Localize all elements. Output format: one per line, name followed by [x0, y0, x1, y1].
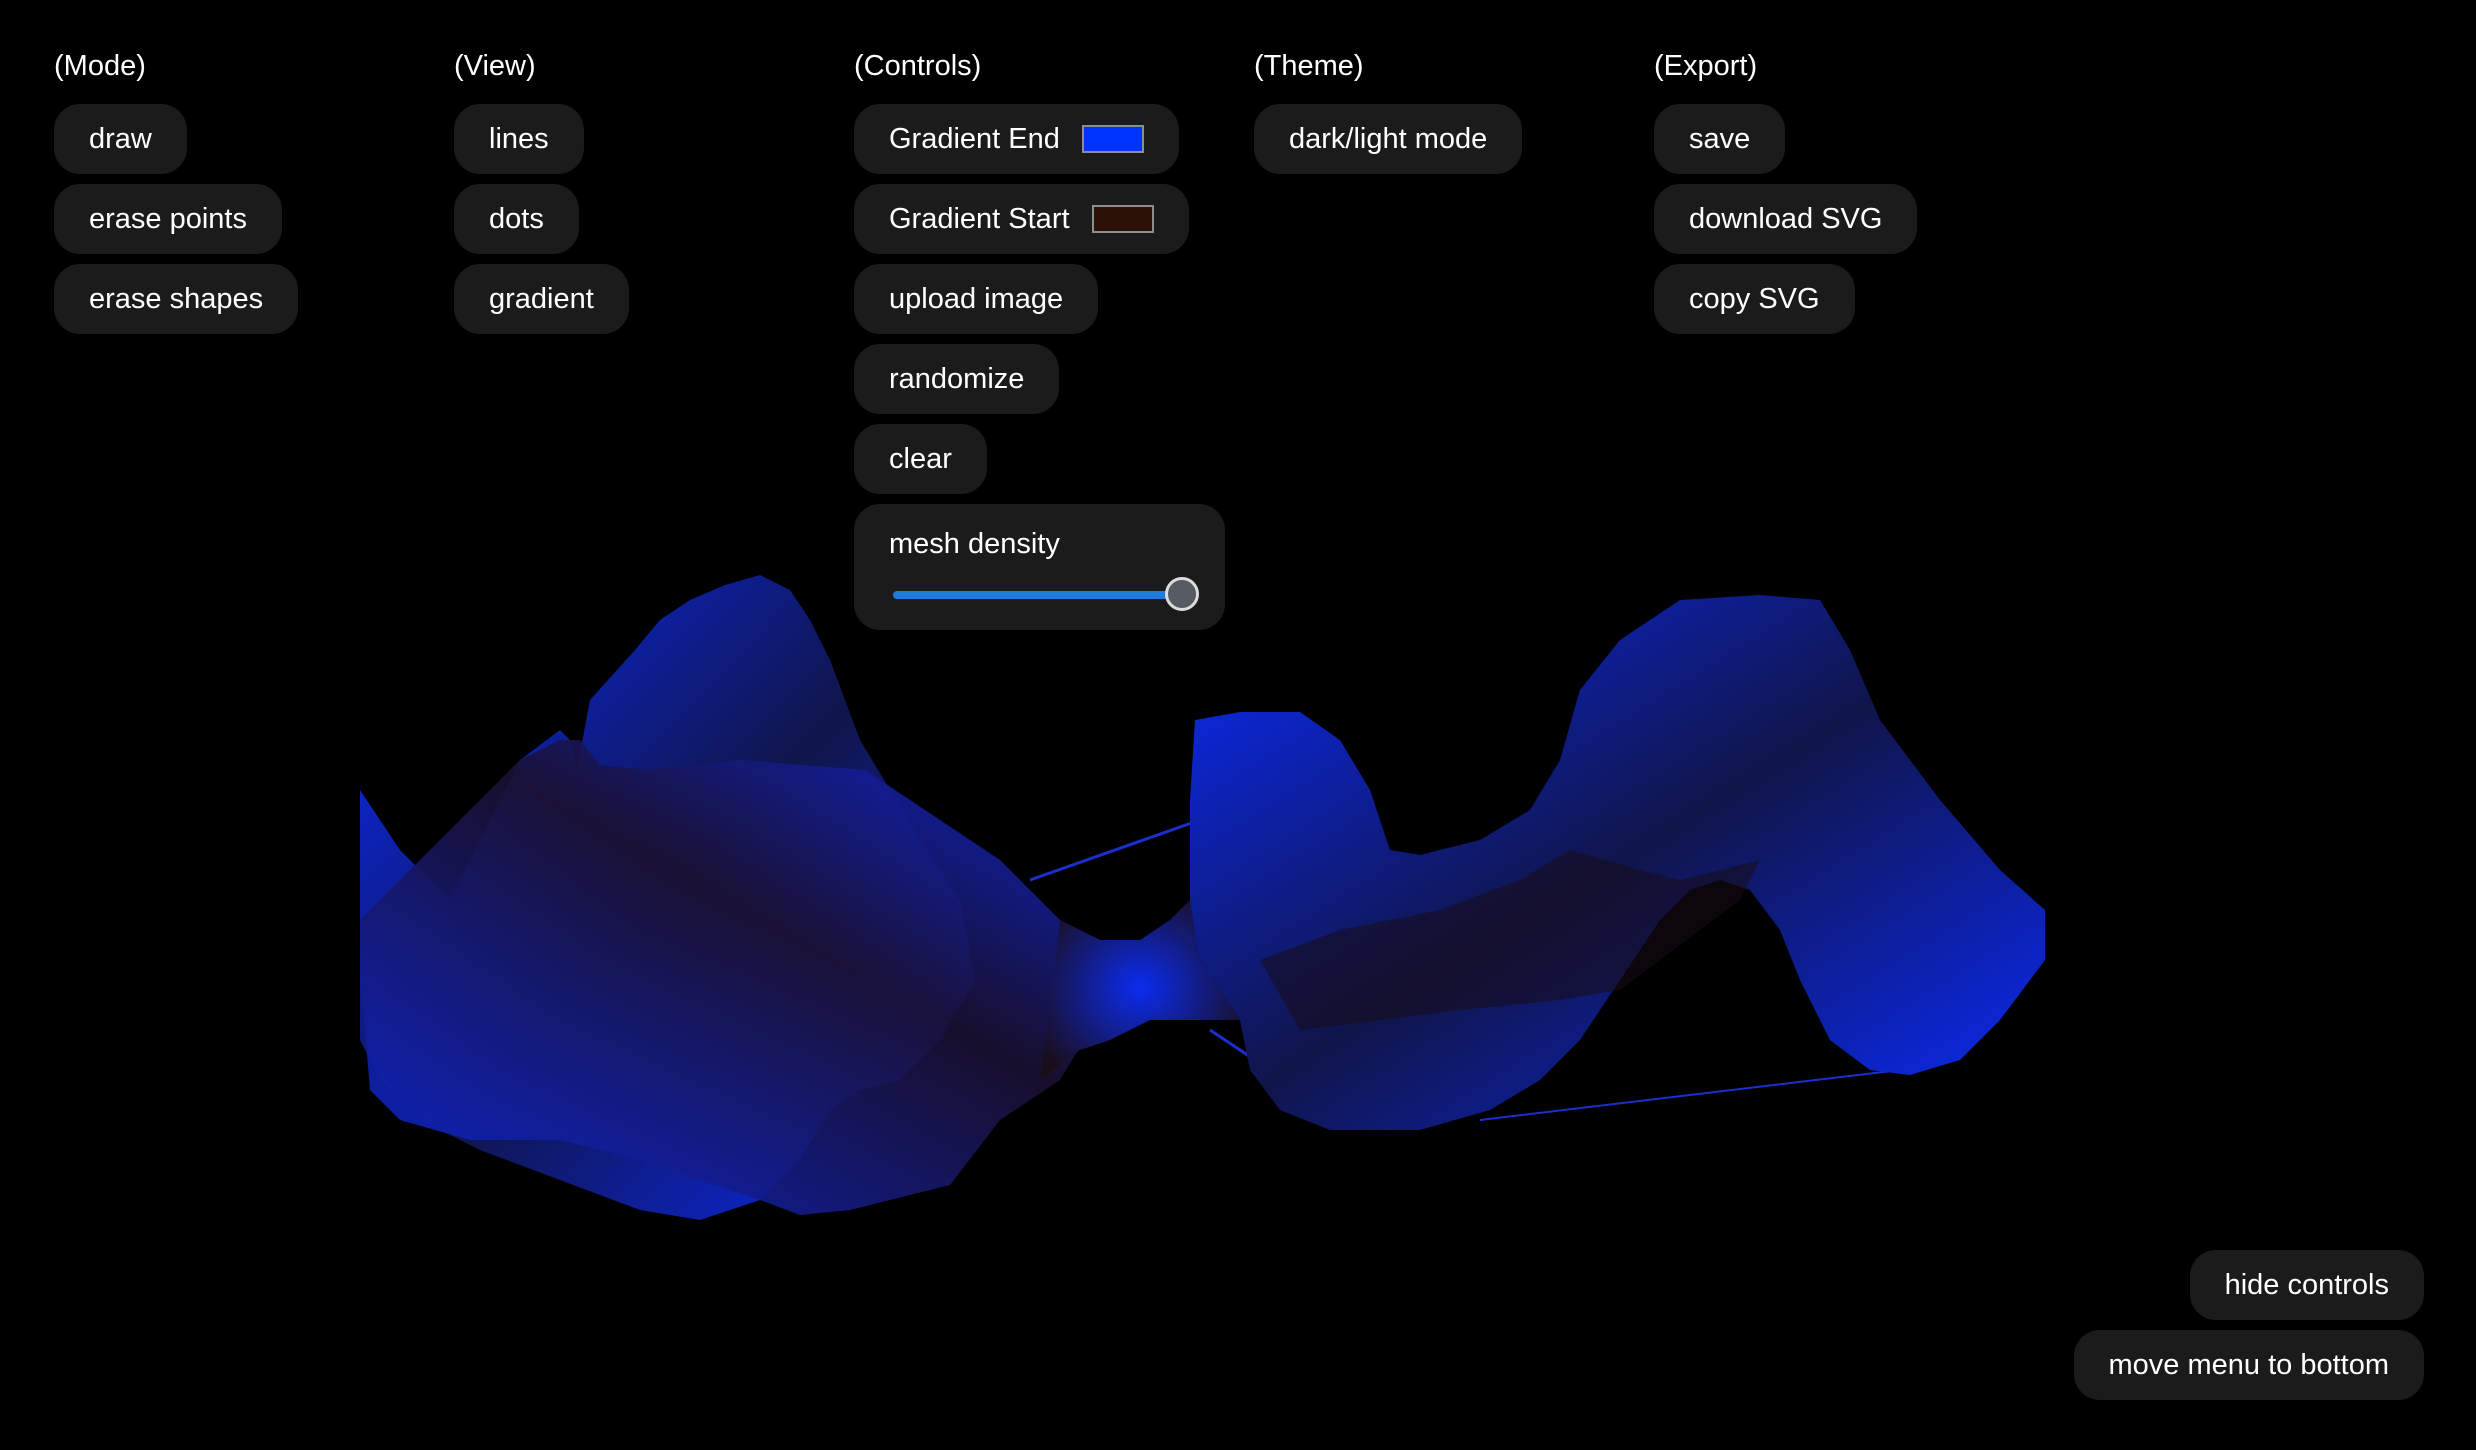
erase-points-button[interactable]: erase points	[54, 184, 282, 254]
download-svg-button[interactable]: download SVG	[1654, 184, 1918, 254]
lines-button[interactable]: lines	[454, 104, 584, 174]
slider-fill	[893, 591, 1186, 599]
gradient-end-button[interactable]: Gradient End	[854, 104, 1179, 174]
save-button[interactable]: save	[1654, 104, 1786, 174]
controls-heading: (Controls)	[854, 50, 982, 82]
mesh-density-slider[interactable]	[889, 576, 1199, 612]
move-menu-to-bottom-button[interactable]: move menu to bottom	[2073, 1330, 2424, 1400]
view-heading: (View)	[454, 50, 536, 82]
mesh-shape-right	[1190, 595, 2045, 1130]
app-root: (Mode) draw erase points erase shapes (V…	[0, 0, 2476, 1450]
gradient-end-label: Gradient End	[889, 122, 1060, 155]
mesh-edge	[1029, 818, 1201, 882]
draw-button[interactable]: draw	[54, 104, 187, 174]
controls-column: (Controls) Gradient End Gradient Start u…	[854, 48, 1225, 630]
mesh-edge	[1479, 1069, 1901, 1121]
mode-heading: (Mode)	[54, 50, 146, 82]
mode-column: (Mode) draw erase points erase shapes	[54, 48, 299, 344]
erase-shapes-button[interactable]: erase shapes	[54, 264, 299, 334]
gradient-button[interactable]: gradient	[454, 264, 629, 334]
copy-svg-button[interactable]: copy SVG	[1654, 264, 1855, 334]
gradient-start-button[interactable]: Gradient Start	[854, 184, 1189, 254]
gradient-start-color-swatch[interactable]	[1091, 205, 1154, 233]
dots-button[interactable]: dots	[454, 184, 579, 254]
gradient-start-label: Gradient Start	[889, 202, 1070, 235]
clear-button[interactable]: clear	[854, 424, 987, 494]
randomize-button[interactable]: randomize	[854, 344, 1060, 414]
gradient-end-color-swatch[interactable]	[1081, 125, 1144, 153]
theme-heading: (Theme)	[1254, 50, 1364, 82]
export-column: (Export) save download SVG copy SVG	[1654, 48, 1918, 344]
view-column: (View) lines dots gradient	[454, 48, 629, 344]
upload-image-button[interactable]: upload image	[854, 264, 1099, 334]
mesh-density-label: mesh density	[889, 528, 1060, 560]
menu-toggle-group: hide controls move menu to bottom	[2073, 1250, 2424, 1400]
mesh-density-control: mesh density	[854, 504, 1225, 630]
hide-controls-button[interactable]: hide controls	[2189, 1250, 2424, 1320]
dark-light-mode-button[interactable]: dark/light mode	[1254, 104, 1523, 174]
drawing-canvas[interactable]	[0, 0, 2476, 1450]
slider-thumb[interactable]	[1165, 577, 1199, 611]
export-heading: (Export)	[1654, 50, 1758, 82]
theme-column: (Theme) dark/light mode	[1254, 48, 1523, 184]
